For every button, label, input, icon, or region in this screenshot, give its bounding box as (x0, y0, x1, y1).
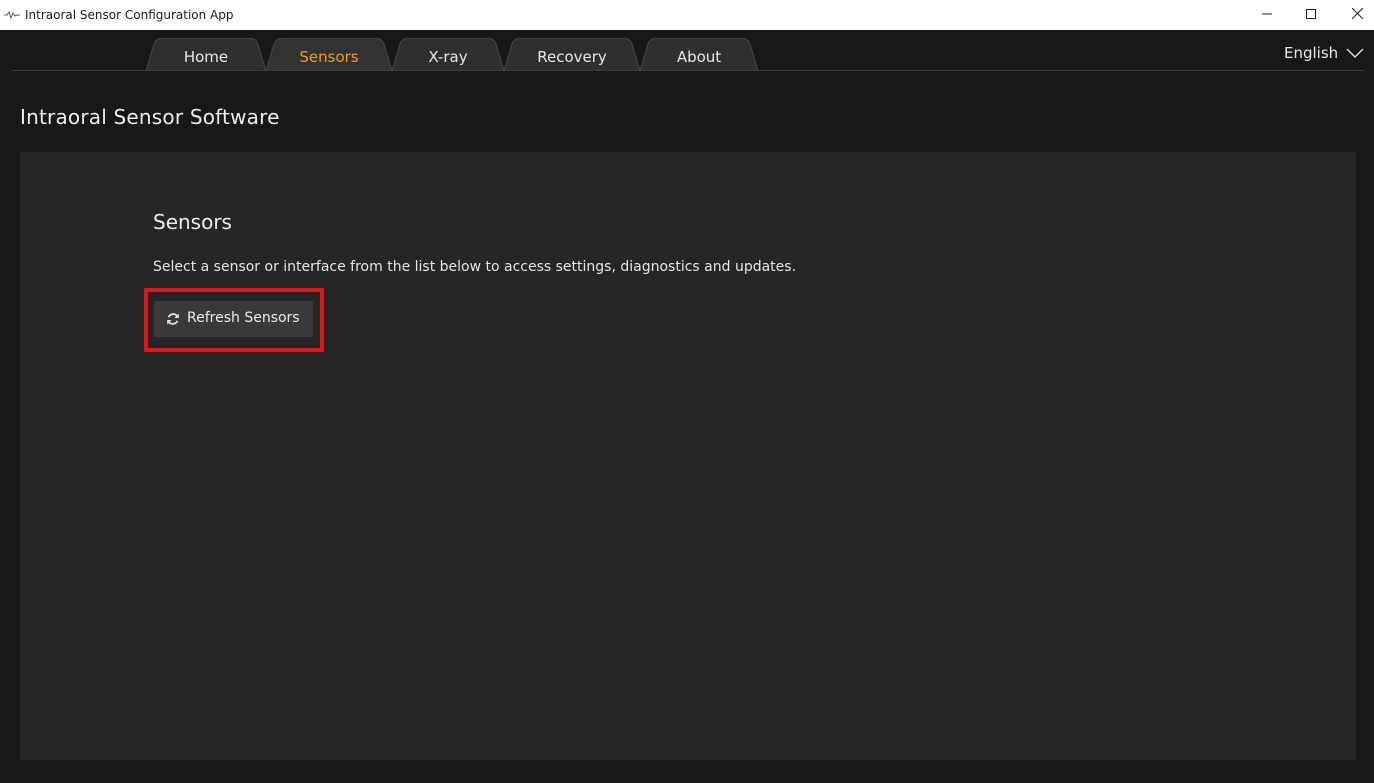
tab-about-label: About (676, 48, 722, 66)
minimize-button[interactable] (1244, 0, 1290, 30)
tab-sensors[interactable]: Sensors (266, 38, 392, 71)
sensors-panel: Sensors Select a sensor or interface fro… (20, 152, 1356, 760)
tab-sensors-label: Sensors (299, 48, 359, 66)
tab-recovery-label: Recovery (537, 48, 607, 66)
app-content: Home Sensors X-ray Recovery About Englis… (0, 30, 1374, 783)
section-title: Sensors (153, 210, 232, 234)
language-select[interactable]: English (1280, 42, 1370, 64)
close-icon (1351, 6, 1363, 24)
refresh-sensors-button[interactable]: Refresh Sensors (154, 301, 313, 337)
tab-home-label: Home (183, 48, 229, 66)
chevron-down-icon (1346, 46, 1364, 64)
close-button[interactable] (1334, 0, 1374, 30)
tab-about[interactable]: About (640, 38, 758, 71)
refresh-sensors-label: Refresh Sensors (187, 310, 300, 326)
language-selected-value: English (1284, 44, 1339, 62)
app-signal-icon (4, 8, 20, 22)
section-description: Select a sensor or interface from the li… (153, 259, 797, 275)
window-title-bar: Intraoral Sensor Configuration App (0, 0, 1374, 30)
tab-home[interactable]: Home (146, 38, 266, 71)
tab-strip: Home Sensors X-ray Recovery About Englis… (0, 30, 1374, 72)
maximize-button[interactable] (1288, 0, 1334, 30)
tab-xray[interactable]: X-ray (392, 38, 504, 71)
tab-xray-label: X-ray (428, 48, 468, 66)
page-title: Intraoral Sensor Software (20, 105, 280, 129)
refresh-icon (166, 312, 180, 326)
tab-recovery[interactable]: Recovery (504, 38, 640, 71)
minimize-icon (1262, 6, 1272, 24)
maximize-icon (1306, 6, 1316, 24)
window-title: Intraoral Sensor Configuration App (25, 8, 234, 22)
